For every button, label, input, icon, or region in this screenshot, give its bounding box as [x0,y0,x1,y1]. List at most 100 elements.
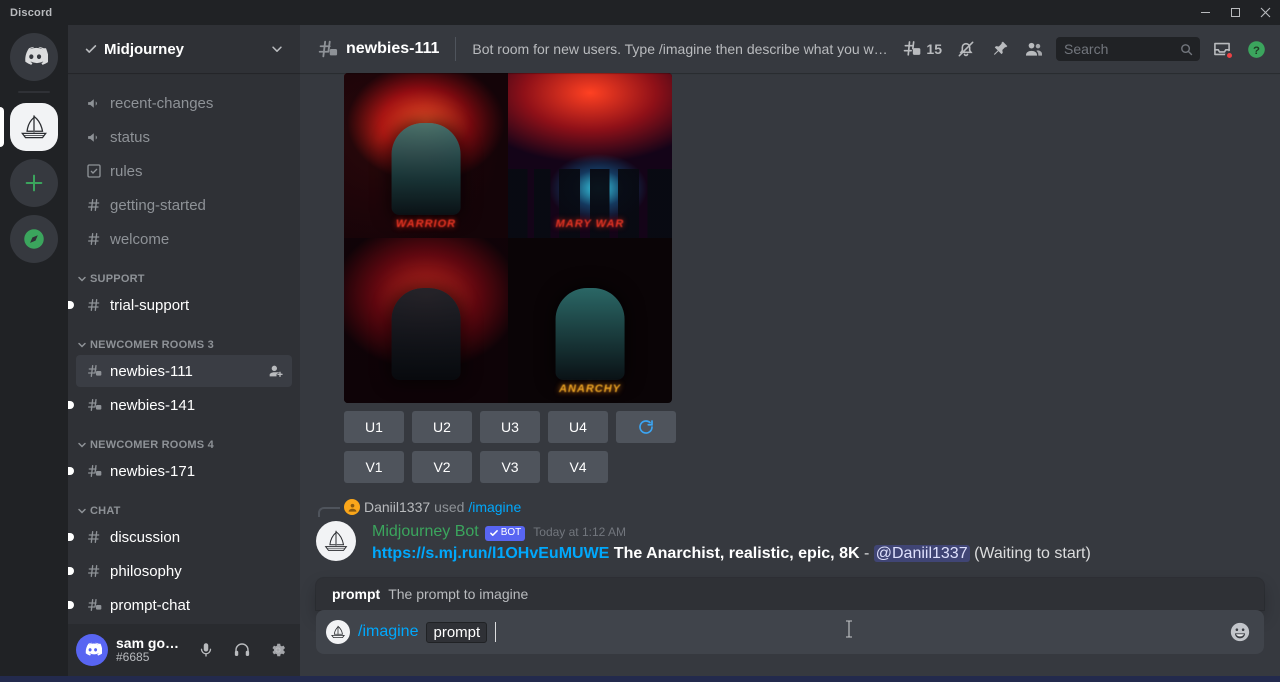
notifications-button[interactable] [950,33,982,65]
user-panel: sam good... #6685 [68,624,300,676]
avatar[interactable] [316,521,356,561]
sidebar-channel-welcome[interactable]: welcome [76,223,292,255]
channel-topic[interactable]: Bot room for new users. Type /imagine th… [472,41,888,57]
upscale-button-u3[interactable]: U3 [480,411,540,443]
guild-name: Midjourney [104,41,264,58]
category-chat[interactable]: CHAT [68,489,300,521]
search-input[interactable] [1064,41,1179,57]
tile-caption: ANARCHY [508,383,672,395]
rail-divider [18,91,50,93]
category-support[interactable]: SUPPORT [68,257,300,289]
tile-caption: MARY WAR [508,218,672,230]
compass-icon[interactable] [10,215,58,263]
command-argument-chip[interactable]: prompt [426,622,487,643]
sidebar-channel-rules[interactable]: rules [76,155,292,187]
server-rail-item-midjourney[interactable] [0,103,68,151]
grid-tile-3[interactable] [344,238,508,403]
tile-figure [392,288,461,380]
variation-button-v4[interactable]: V4 [548,451,608,483]
chevron-down-icon[interactable] [270,42,284,56]
minimize-button[interactable] [1190,0,1220,25]
sidebar-channel-prompt-chat[interactable]: prompt-chat [76,589,292,621]
pinned-messages-button[interactable] [984,33,1016,65]
slash-command-prefix: /imagine [358,623,418,641]
prompt-text: The Anarchist, realistic, epic, 8K [614,545,860,562]
unread-indicator [68,467,74,475]
sidebar-channel-newbies-171[interactable]: newbies-171 [76,455,292,487]
sidebar-channel-newbies-111[interactable]: newbies-111 [76,355,292,387]
verified-check-icon [84,42,98,56]
hash-icon [84,527,104,547]
sidebar-channel-discussion[interactable]: discussion [76,521,292,553]
members-icon [1024,39,1044,59]
upscale-button-u2[interactable]: U2 [412,411,472,443]
guild-header[interactable]: Midjourney [68,25,300,73]
sidebar-channel-recent-changes[interactable]: recent-changes [76,87,292,119]
channel-label: newbies-111 [110,363,193,380]
grid-tile-2[interactable]: MARY WAR [508,73,672,238]
user-identity[interactable]: sam good... #6685 [116,635,184,665]
microphone-icon[interactable] [192,634,220,666]
server-rail-item-home[interactable] [0,33,68,81]
category-newcomer-rooms-3[interactable]: NEWCOMER ROOMS 3 [68,323,300,355]
variation-button-v1[interactable]: V1 [344,451,404,483]
category-newcomer-rooms-4[interactable]: NEWCOMER ROOMS 4 [68,423,300,455]
reply-author[interactable]: Daniil1337 [364,499,430,515]
prompt-image-link[interactable]: https://s.mj.run/l1OHvEuMUWE [372,545,609,562]
help-button[interactable]: ? [1240,33,1272,65]
grinning-face-icon[interactable] [1226,618,1254,646]
window-controls [1190,0,1280,25]
slash-command-autocomplete[interactable]: prompt The prompt to imagine [316,578,1264,610]
composer-bottom-padding [316,654,1264,676]
unread-indicator [68,601,74,609]
headphones-icon[interactable] [228,634,256,666]
autocomplete-option-description: The prompt to imagine [388,586,528,602]
gear-icon[interactable] [264,634,292,666]
reroll-button[interactable] [616,411,676,443]
maximize-button[interactable] [1220,0,1250,25]
member-list-button[interactable] [1018,33,1050,65]
sidebar-channel-newbies-141[interactable]: newbies-141 [76,389,292,421]
grid-tile-4[interactable]: ANARCHY [508,238,672,403]
server-rail-item-explore[interactable] [0,215,68,263]
upscale-button-u1[interactable]: U1 [344,411,404,443]
channel-title[interactable]: newbies-111 [346,40,439,58]
user-mention[interactable]: @Daniil1337 [874,545,970,562]
message-author[interactable]: Midjourney Bot [372,521,479,543]
server-rail-item-add-server[interactable] [0,159,68,207]
add-member-icon[interactable] [268,363,284,379]
sidebar-channel-philosophy[interactable]: philosophy [76,555,292,587]
threads-button[interactable]: 15 [896,33,948,65]
discord-logo-icon[interactable] [10,33,58,81]
reply-command[interactable]: /imagine [468,499,521,515]
search-box[interactable] [1056,37,1200,61]
variation-button-v3[interactable]: V3 [480,451,540,483]
sailboat-icon [326,620,350,644]
unread-indicator [68,301,74,309]
sidebar-channel-status[interactable]: status [76,121,292,153]
message-input-bar[interactable]: /imagine prompt [316,610,1264,654]
hash-thread-icon [84,361,104,381]
sailboat-icon[interactable] [10,103,58,151]
avatar[interactable] [344,499,360,515]
bot-badge-label: BOT [501,528,522,538]
announcement-icon [84,127,104,147]
sidebar-channel-getting-started[interactable]: getting-started [76,189,292,221]
variation-button-v2[interactable]: V2 [412,451,472,483]
threads-icon [902,39,922,59]
grid-tile-1[interactable]: WARRIOR [344,73,508,238]
channel-label: discussion [110,529,180,546]
app-name: Discord [10,7,52,19]
discord-avatar-icon[interactable] [76,634,108,666]
prompt-separator: - [864,545,869,562]
close-button[interactable] [1250,0,1280,25]
bot-badge: BOT [485,526,526,541]
reply-verb: used [434,499,464,515]
threads-count: 15 [926,41,942,57]
upscale-button-u4[interactable]: U4 [548,411,608,443]
plus-icon[interactable] [10,159,58,207]
midjourney-image-grid[interactable]: WARRIOR MARY WAR ANARCHY [344,73,672,403]
inbox-button[interactable] [1206,33,1238,65]
message-list[interactable]: WARRIOR MARY WAR ANARCHY [300,73,1280,578]
sidebar-channel-trial-support[interactable]: trial-support [76,289,292,321]
